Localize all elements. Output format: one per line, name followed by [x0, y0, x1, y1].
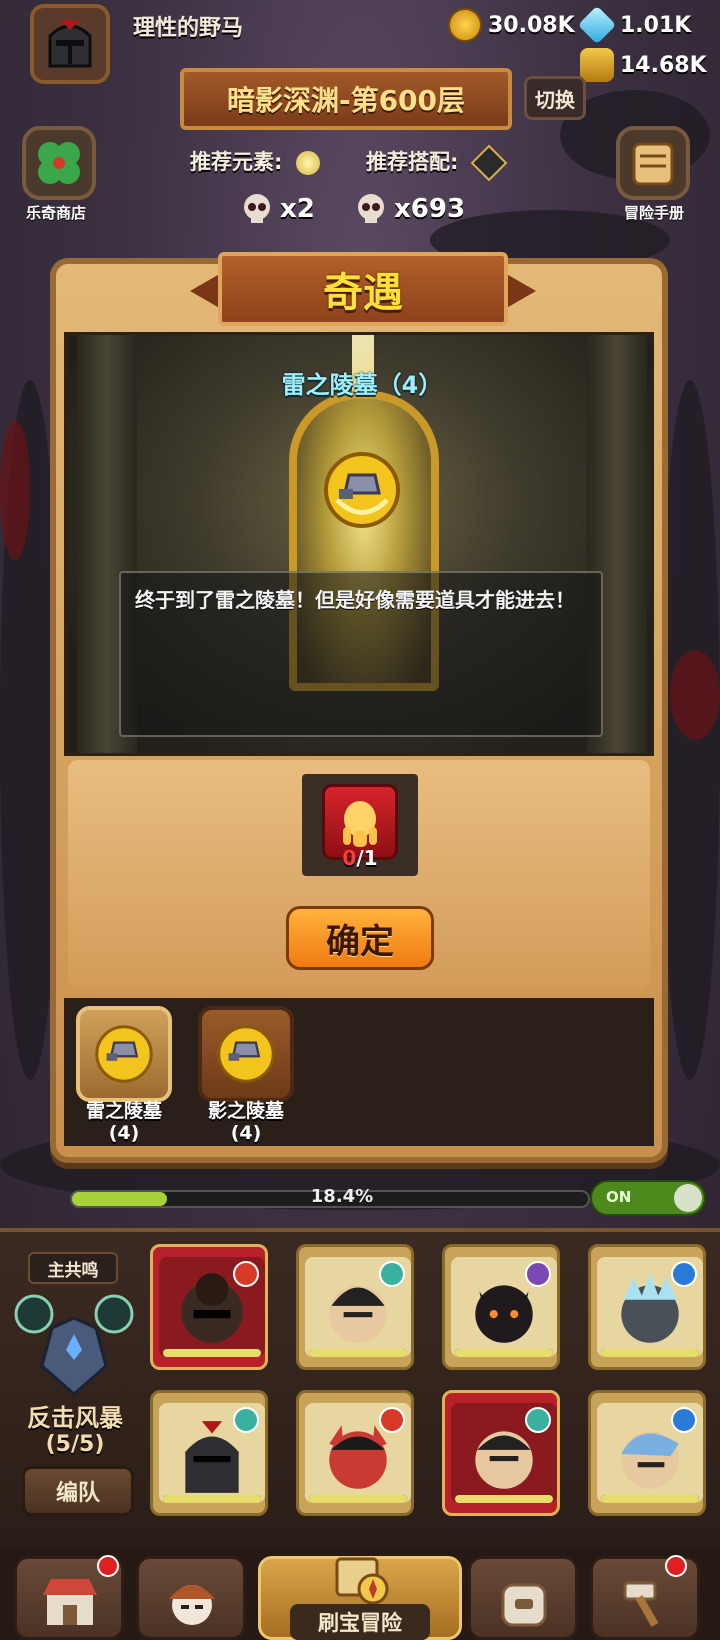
tab-shadow-tomb-label: 影之陵墓 (4): [186, 1100, 306, 1144]
shadow-tomb-emblem-icon: [217, 1025, 275, 1083]
hero-hp-bar: [601, 1349, 699, 1357]
tab-thunder-tomb-level: (4): [108, 1122, 140, 1144]
gold-amount: 30.08K: [488, 12, 575, 38]
leader-resonance-chip: 主共鸣: [28, 1252, 118, 1284]
tab-shadow-tomb-name: 影之陵墓: [207, 1100, 284, 1122]
hero-card[interactable]: [442, 1244, 560, 1370]
scroll-icon: [632, 142, 674, 186]
hero-hp-bar: [309, 1349, 407, 1357]
stage-title-banner: 暗影深渊-第600层: [180, 68, 512, 130]
small-skull-count: x2: [280, 194, 315, 224]
toggle-knob: [674, 1184, 702, 1212]
clover-icon: [38, 142, 80, 184]
confirm-button[interactable]: 确定: [286, 906, 434, 970]
adventure-manual-label: 冒险手册: [624, 204, 685, 222]
hero-hp-bar: [601, 1495, 699, 1503]
knight-helmet-icon: [48, 20, 92, 68]
recommended-element-label: 推荐元素:: [190, 146, 320, 176]
large-skull-counter: x693: [354, 192, 465, 226]
potion-bottle-icon: [580, 48, 614, 82]
forge-notification-dot: [665, 1555, 687, 1577]
skull-icon: [358, 194, 384, 223]
recommended-element-text: 推荐元素:: [190, 150, 283, 174]
recommended-match-label: 推荐搭配:: [366, 144, 508, 182]
water-element-icon: [671, 1407, 697, 1433]
fire-element-icon: [379, 1407, 405, 1433]
progress-percent: 18.4%: [310, 1186, 374, 1207]
shop-stall-icon: [43, 1579, 97, 1625]
tab-thunder-tomb-label: 雷之陵墓 (4): [64, 1100, 184, 1144]
scene-title: 雷之陵墓（4）: [281, 371, 443, 399]
backpack-icon: [501, 1583, 547, 1627]
bottle-resource[interactable]: 14.68K: [580, 48, 707, 82]
dialog-title: 奇遇: [218, 252, 508, 326]
hero-hp-bar: [163, 1495, 261, 1503]
tab-thunder-tomb[interactable]: [76, 1006, 172, 1102]
wind-element-icon: [233, 1407, 259, 1433]
tab-shadow-tomb-level: (4): [230, 1122, 262, 1144]
large-skull-count: x693: [394, 194, 466, 224]
nav-forge-button[interactable]: [590, 1555, 700, 1640]
formation-count: (5/5): [45, 1432, 105, 1457]
tomb-scene: 雷之陵墓（4） 终于到了雷之陵墓！但是好像需要道具才能进去！: [64, 332, 654, 756]
formation-name: 反击风暴: [27, 1404, 123, 1432]
hero-card[interactable]: [442, 1390, 560, 1516]
dark-element-icon: [525, 1261, 551, 1287]
lucky-shop-button[interactable]: [22, 126, 96, 200]
gem-resource[interactable]: 1.01K: [577, 5, 692, 45]
player-name: 理性的野马: [133, 16, 244, 41]
hero-portrait-icon: [169, 1585, 215, 1625]
nav-shop-button[interactable]: [14, 1555, 124, 1640]
hero-card[interactable]: [150, 1244, 268, 1370]
sun-element-icon: [295, 151, 320, 175]
player-avatar[interactable]: [30, 4, 110, 84]
hero-hp-bar: [455, 1349, 553, 1357]
wind-element-icon: [379, 1261, 405, 1287]
top-bar: 理性的野马 30.08K 1.01K 14.68K: [0, 0, 720, 84]
bottle-amount: 14.68K: [620, 52, 707, 78]
hero-hp-bar: [455, 1495, 553, 1503]
hero-card[interactable]: [296, 1390, 414, 1516]
hammer-icon: [623, 1581, 659, 1627]
compass-map-icon: [335, 1557, 389, 1605]
switch-stage-button[interactable]: 切换: [524, 76, 586, 120]
progress-fill: [72, 1192, 167, 1206]
hero-card[interactable]: [150, 1390, 268, 1516]
formation-wings-icon: [14, 1294, 134, 1396]
gem-icon: [577, 5, 617, 45]
fire-element-icon: [233, 1261, 259, 1287]
thunder-tomb-emblem-icon: [324, 452, 400, 528]
shop-notification-dot: [97, 1555, 119, 1577]
water-element-icon: [671, 1261, 697, 1287]
warning-diamond-icon: [470, 144, 508, 182]
dialog-text-box: 终于到了雷之陵墓！但是好像需要道具才能进去！: [119, 571, 603, 737]
required-item-owned: 0: [342, 846, 357, 870]
nav-heroes-button[interactable]: [136, 1556, 246, 1640]
edit-team-button[interactable]: 编队: [22, 1466, 134, 1516]
skull-icon: [244, 194, 270, 223]
hero-hp-bar: [309, 1495, 407, 1503]
auto-toggle[interactable]: ON: [590, 1180, 706, 1216]
thunder-tomb-emblem-icon: [95, 1025, 153, 1083]
hero-card[interactable]: [588, 1390, 706, 1516]
gold-coin-icon: [448, 8, 482, 42]
wind-element-icon: [525, 1407, 551, 1433]
required-item-needed: /1: [356, 846, 378, 870]
tab-thunder-tomb-name: 雷之陵墓: [85, 1100, 162, 1122]
gold-resource[interactable]: 30.08K: [448, 8, 575, 42]
adventure-manual-button[interactable]: [616, 126, 690, 200]
gem-amount: 1.01K: [620, 12, 692, 38]
hero-card[interactable]: [588, 1244, 706, 1370]
hero-hp-bar: [163, 1349, 261, 1357]
small-skull-counter: x2: [240, 192, 315, 226]
nav-active-label: 刷宝冒险: [290, 1604, 430, 1640]
lucky-shop-label: 乐奇商店: [26, 204, 87, 222]
tab-shadow-tomb[interactable]: [198, 1006, 294, 1102]
toggle-label: ON: [606, 1188, 632, 1206]
nav-backpack-button[interactable]: [468, 1556, 578, 1640]
recommended-match-text: 推荐搭配:: [366, 150, 459, 174]
hero-card[interactable]: [296, 1244, 414, 1370]
required-item-count: 0/1: [318, 846, 402, 870]
